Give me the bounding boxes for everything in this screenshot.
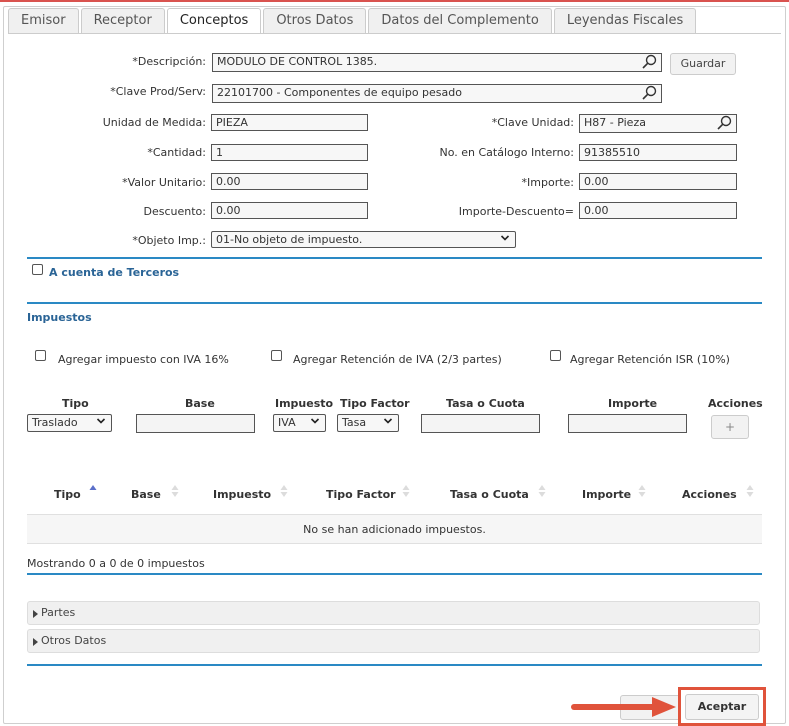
clave-unidad-label: *Clave Unidad: (491, 116, 574, 129)
objeto-imp-label: *Objeto Imp.: (132, 234, 206, 247)
ret-isr-checkbox-label: Agregar Retención ISR (10%) (570, 353, 730, 366)
descripcion-label: *Descripción: (132, 55, 206, 68)
cantidad-label: *Cantidad: (147, 146, 206, 159)
entry-header-tipo-factor: Tipo Factor (340, 397, 410, 410)
caret-right-icon (33, 638, 38, 646)
tab-receptor[interactable]: Receptor (80, 8, 165, 33)
tab-emisor[interactable]: Emisor (8, 8, 79, 33)
clave-unidad-input[interactable]: H87 - Pieza (579, 114, 737, 133)
tab-divider (8, 33, 781, 34)
section-divider (27, 664, 762, 666)
search-icon[interactable] (641, 85, 657, 101)
table-header-tasa-cuota[interactable]: Tasa o Cuota (450, 488, 529, 501)
importe-input[interactable]: 0.00 (579, 173, 737, 190)
table-header-tipo-factor[interactable]: Tipo Factor (326, 488, 396, 501)
caret-right-icon (33, 610, 38, 618)
entry-header-base: Base (185, 397, 215, 410)
sort-asc-icon[interactable] (89, 484, 97, 498)
descripcion-value: MODULO DE CONTROL 1385. (217, 55, 378, 68)
table-header-impuesto[interactable]: Impuesto (213, 488, 271, 501)
tab-conceptos[interactable]: Conceptos (166, 8, 262, 34)
chevron-down-icon (96, 418, 106, 424)
tipo-factor-select[interactable]: Tasa (337, 414, 399, 432)
tipo-select[interactable]: Traslado (27, 414, 112, 432)
otros-datos-label: Otros Datos (41, 634, 107, 647)
section-divider (27, 302, 762, 304)
base-input[interactable] (136, 414, 255, 433)
impuestos-title: Impuestos (27, 311, 92, 324)
guardar-button[interactable]: Guardar (670, 53, 736, 75)
tipo-select-value: Traslado (32, 416, 78, 429)
descripcion-input[interactable]: MODULO DE CONTROL 1385. (212, 53, 662, 72)
cantidad-input[interactable]: 1 (211, 144, 368, 161)
sort-icon[interactable] (280, 484, 288, 498)
tab-datos-complemento[interactable]: Datos del Complemento (368, 8, 552, 33)
otros-datos-collapsible[interactable]: Otros Datos (27, 629, 760, 653)
top-accent-line (0, 0, 789, 2)
partes-collapsible[interactable]: Partes (27, 601, 760, 625)
descuento-input[interactable]: 0.00 (211, 202, 368, 219)
tab-bar: Emisor Receptor Conceptos Otros Datos Da… (8, 8, 698, 34)
search-icon[interactable] (716, 115, 732, 131)
table-empty-message: No se han adicionado impuestos. (303, 523, 486, 536)
section-divider (27, 573, 762, 575)
objeto-imp-select[interactable]: 01-No objeto de impuesto. (211, 231, 516, 248)
table-header-tipo[interactable]: Tipo (54, 488, 81, 501)
entry-header-tipo: Tipo (62, 397, 89, 410)
table-header-acciones[interactable]: Acciones (682, 488, 737, 501)
sort-icon[interactable] (171, 484, 179, 498)
ret-iva-checkbox[interactable] (271, 350, 282, 361)
importe-descuento-input[interactable]: 0.00 (579, 202, 737, 219)
sort-icon[interactable] (746, 484, 754, 498)
unidad-medida-input[interactable]: PIEZA (211, 114, 368, 131)
unidad-medida-label: Unidad de Medida: (102, 116, 206, 129)
iva-checkbox-label: Agregar impuesto con IVA 16% (58, 353, 229, 366)
impuesto-select-value: IVA (278, 416, 296, 429)
importe-descuento-label: Importe-Descuento= (458, 205, 574, 218)
chevron-down-icon (383, 418, 393, 424)
valor-unitario-input[interactable]: 0.00 (211, 173, 368, 190)
no-catalogo-label: No. en Catálogo Interno: (439, 146, 575, 159)
tab-leyendas-fiscales[interactable]: Leyendas Fiscales (553, 8, 697, 33)
table-empty-row: No se han adicionado impuestos. (27, 514, 762, 544)
clave-prod-value: 22101700 - Componentes de equipo pesado (217, 86, 462, 99)
sort-icon[interactable] (402, 484, 410, 498)
section-divider (27, 257, 762, 259)
table-header-importe[interactable]: Importe (582, 488, 631, 501)
accept-button[interactable]: Aceptar (685, 694, 759, 720)
tasa-cuota-input[interactable] (421, 414, 540, 433)
search-icon[interactable] (641, 54, 657, 70)
terceros-label: A cuenta de Terceros (49, 266, 180, 279)
no-catalogo-input[interactable]: 91385510 (579, 144, 737, 161)
table-info: Mostrando 0 a 0 de 0 impuestos (27, 557, 205, 570)
descuento-label: Descuento: (143, 205, 206, 218)
sort-icon[interactable] (538, 484, 546, 498)
entry-header-acciones: Acciones (708, 397, 763, 410)
entry-header-tasa-cuota: Tasa o Cuota (446, 397, 525, 410)
importe-label: *Importe: (521, 176, 574, 189)
chevron-down-icon (500, 235, 510, 241)
tab-otros-datos[interactable]: Otros Datos (263, 8, 367, 33)
partes-label: Partes (41, 606, 76, 619)
importe-impuesto-input[interactable] (568, 414, 687, 433)
clave-prod-input[interactable]: 22101700 - Componentes de equipo pesado (212, 84, 662, 103)
arrow-right-icon (571, 697, 676, 717)
clave-unidad-value: H87 - Pieza (584, 116, 646, 129)
table-header-base[interactable]: Base (131, 488, 161, 501)
add-impuesto-button[interactable]: + (711, 415, 749, 439)
impuesto-select[interactable]: IVA (273, 414, 326, 432)
valor-unitario-label: *Valor Unitario: (122, 176, 206, 189)
sort-icon[interactable] (638, 484, 646, 498)
iva-checkbox[interactable] (35, 350, 46, 361)
tipo-factor-select-value: Tasa (342, 416, 367, 429)
entry-header-impuesto: Impuesto (275, 397, 334, 410)
ret-iva-checkbox-label: Agregar Retención de IVA (2/3 partes) (293, 353, 502, 366)
objeto-imp-value: 01-No objeto de impuesto. (216, 233, 363, 246)
terceros-checkbox[interactable] (32, 264, 43, 275)
entry-header-importe: Importe (608, 397, 658, 410)
clave-prod-label: *Clave Prod/Serv: (110, 85, 206, 98)
ret-isr-checkbox[interactable] (550, 350, 561, 361)
chevron-down-icon (310, 418, 320, 424)
